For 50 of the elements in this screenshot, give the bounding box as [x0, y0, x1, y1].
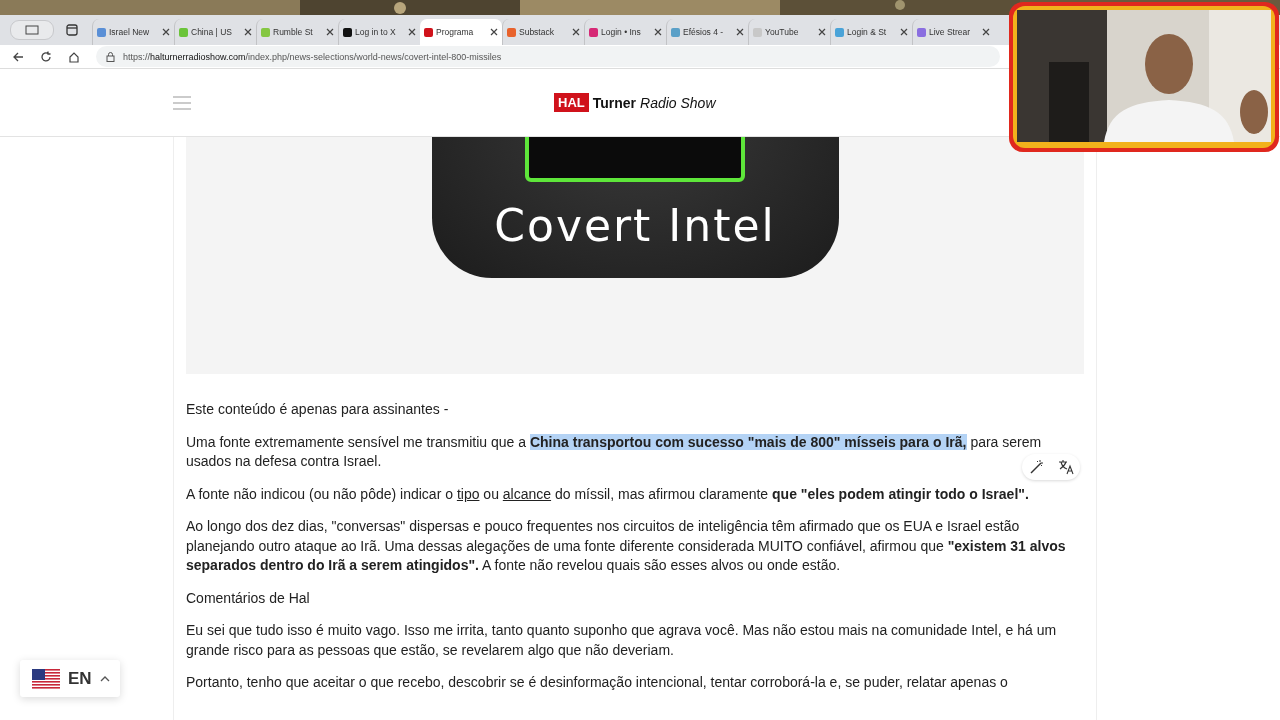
reload-icon[interactable] — [40, 50, 52, 63]
logo-name: Turner — [592, 94, 637, 111]
paragraph: Comentários de Hal — [186, 588, 311, 608]
logo-caption: Covert Intel — [494, 200, 776, 251]
logo-tagline: Radio Show — [640, 94, 716, 111]
close-icon[interactable] — [654, 28, 662, 36]
text-link[interactable]: tipo — [456, 485, 480, 502]
browser-tab[interactable]: Programa — [420, 19, 502, 45]
url-field[interactable]: https://halturnerradioshow.com/index.php/news-selections/world-news/covert-intel-800-missiles — [96, 46, 1000, 67]
tab-title: YouTube — [765, 27, 800, 37]
language-selector[interactable]: EN — [20, 660, 120, 697]
close-icon[interactable] — [162, 28, 170, 36]
close-icon[interactable] — [736, 28, 744, 36]
tab-title: Login & St — [847, 27, 888, 37]
close-icon[interactable] — [572, 28, 580, 36]
close-icon[interactable] — [408, 28, 416, 36]
tab-title: Israel New — [109, 27, 151, 37]
paragraph: Eu sei que tudo isso é muito vago. Isso me irrita, tanto quanto suponho que agrava você. Mas não estou mais na comunidade Intel, e há um grande risco para as pessoas que estão, se revelarem algo que não deveriam. — [186, 621, 1058, 660]
tab-title: Programa — [436, 27, 475, 37]
sidebar-icon[interactable] — [66, 24, 78, 36]
text-link[interactable]: alcance — [502, 485, 552, 502]
window-icon — [25, 25, 39, 35]
paragraph: A fonte não indicou (ou não pôde) indicar o tipo ou alcance do míssil, mas afirmou claramente que "eles podem atingir todo o Israel". — [186, 484, 1030, 504]
magic-wand-icon[interactable] — [1028, 459, 1045, 475]
language-code: EN — [68, 668, 92, 689]
close-icon[interactable] — [244, 28, 252, 36]
close-icon[interactable] — [326, 28, 334, 36]
tab-title: Rumble St — [273, 27, 314, 37]
tab-title: Efésios 4 - — [683, 27, 725, 37]
close-icon[interactable] — [818, 28, 826, 36]
caret-icon — [99, 675, 110, 682]
translate-icon[interactable] — [1057, 459, 1074, 475]
tab-title: Login • Ins — [601, 27, 642, 37]
logo-badge: HAL — [554, 93, 589, 112]
url-text: https://halturnerradioshow.com/index.php/news-selections/world-news/covert-intel-800-missiles — [123, 51, 502, 62]
paragraph: Ao longo dos dez dias, "conversas" dispersas e pouco frequentes nos circuitos de inteligência têm afirmado que os EUA e Israel estão planejando outro ataque ao Irã. Uma dessas alegações de uma fonte diferente considerada MUITO confiável, afirmou que "existem 31 alvos separados dentro do Irã a serem atingidos". A fonte não revelou quais são esses alvos ou onde estão. — [186, 517, 1067, 575]
tab-title: China | US — [191, 27, 233, 37]
tab-title: Substack — [519, 27, 555, 37]
close-icon[interactable] — [900, 28, 908, 36]
home-icon[interactable] — [68, 50, 80, 63]
paragraph: Uma fonte extremamente sensível me transmitiu que a China transportou com sucesso "mais de 800" mísseis para o Irã, para serem usados na defesa contra Israel. — [186, 432, 1043, 471]
paragraph: Portanto, tenho que aceitar o que recebo, descobrir se é desinformação intencional, tentar corroborá-la e, se puder, relatar apenas o — [186, 673, 1009, 692]
lock-icon — [106, 51, 115, 62]
tab-title: Log in to X — [355, 27, 397, 37]
close-icon[interactable] — [982, 28, 990, 36]
flag-icon — [32, 668, 60, 689]
close-icon[interactable] — [490, 28, 498, 36]
back-icon[interactable] — [12, 50, 24, 63]
tab-title: Live Strear — [929, 27, 972, 37]
paragraph: Este conteúdo é apenas para assinantes - — [186, 400, 450, 419]
